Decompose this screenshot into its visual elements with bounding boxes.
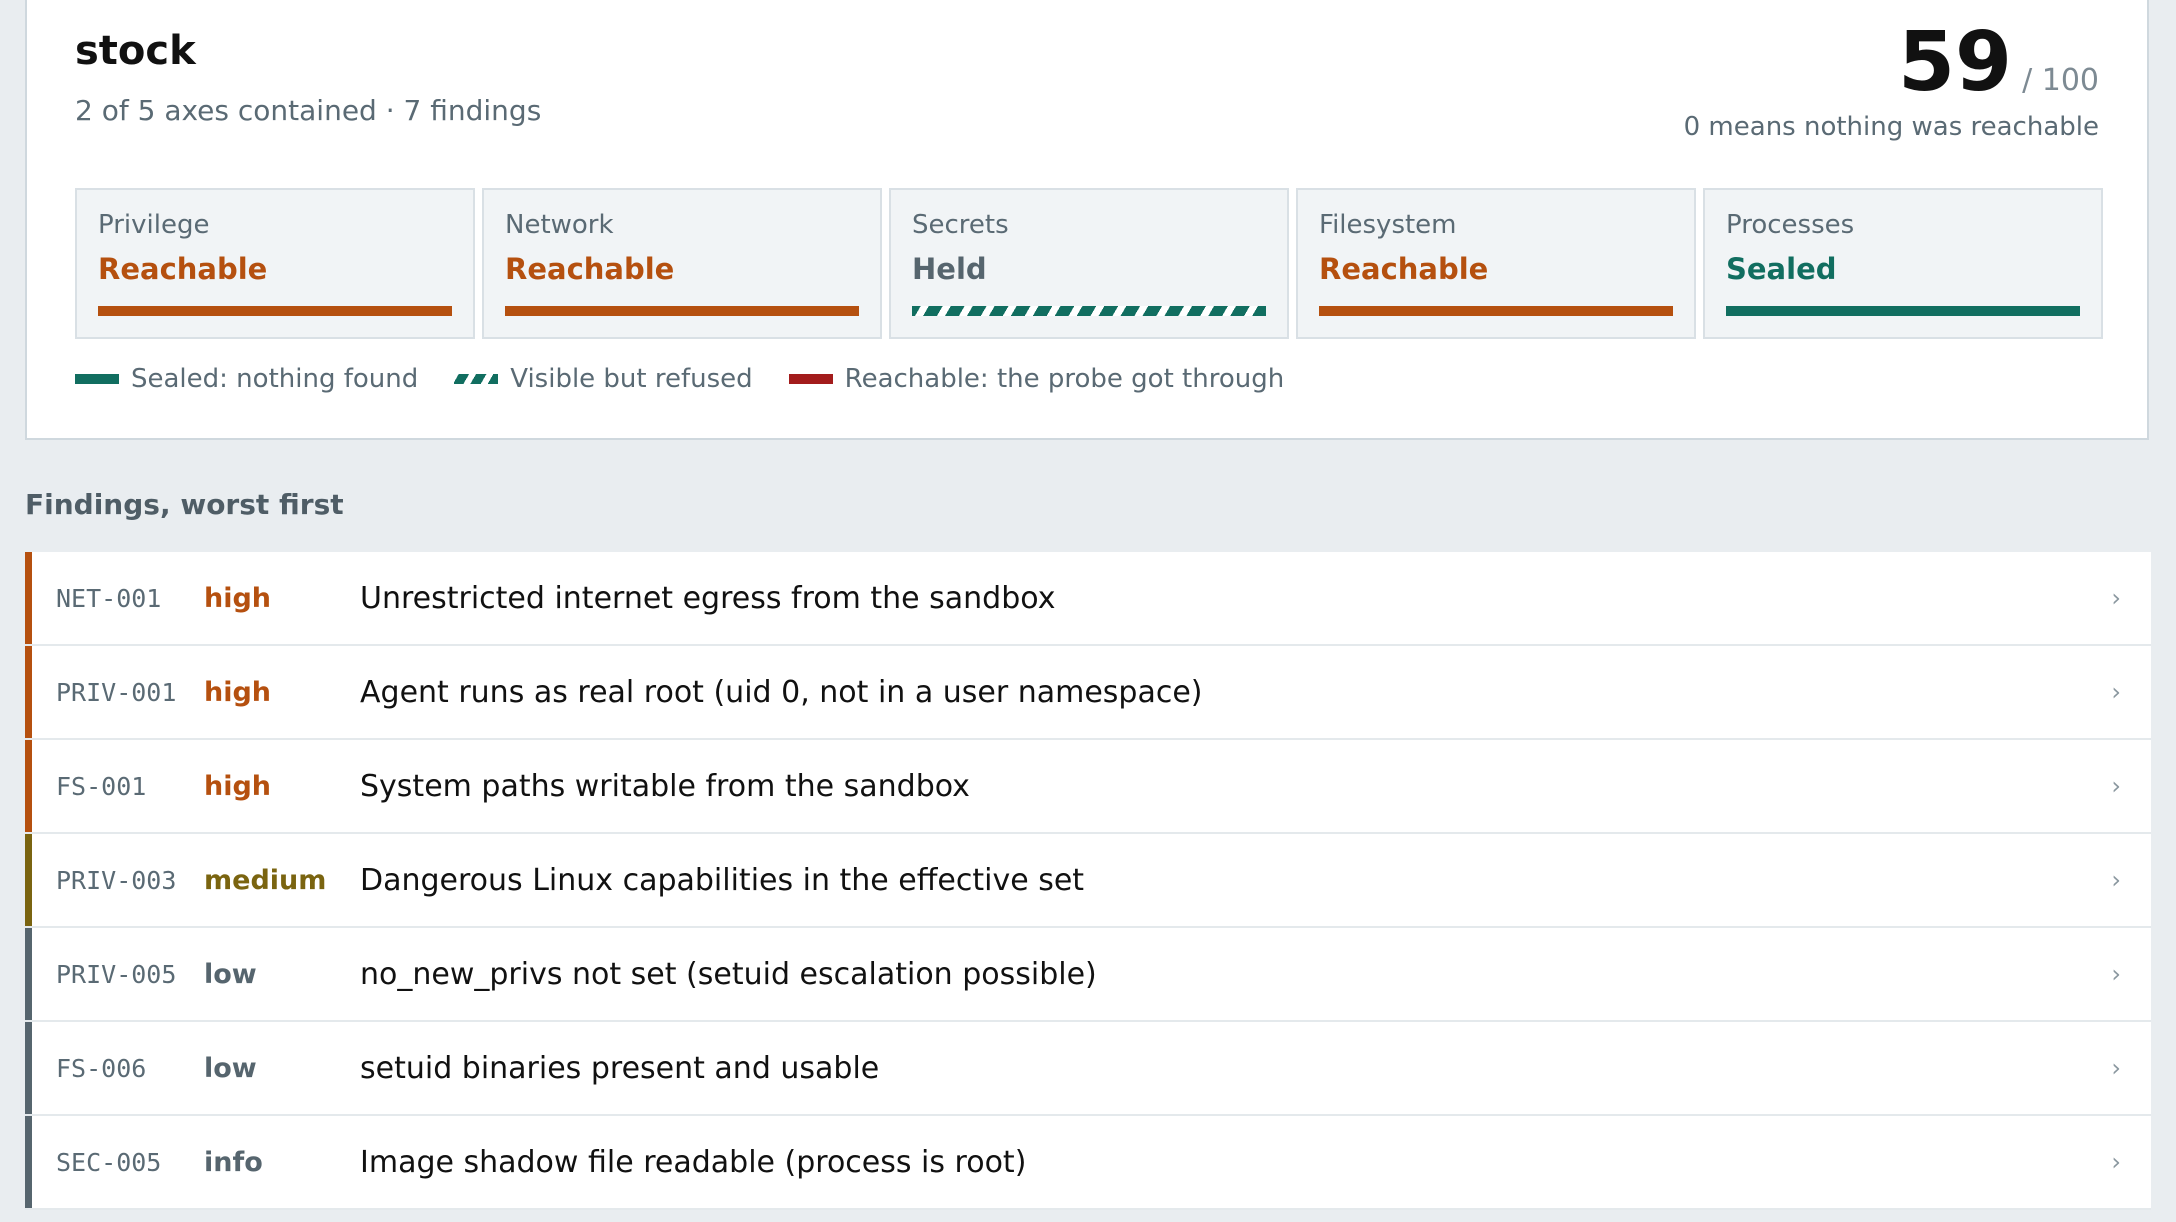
score-max: / 100	[2022, 63, 2099, 98]
severity-stripe	[25, 1116, 32, 1208]
finding-title: setuid binaries present and usable	[360, 1050, 880, 1086]
finding-id: NET-001	[56, 583, 162, 613]
axis-state: Sealed	[1726, 252, 1837, 286]
chevron-right-icon[interactable]: ›	[2111, 866, 2121, 894]
chevron-right-icon[interactable]: ›	[2111, 678, 2121, 706]
axis-state: Reachable	[505, 252, 675, 286]
legend-item-sealed: Sealed: nothing found	[75, 364, 418, 394]
finding-severity: high	[204, 770, 272, 802]
legend-item-refused: Visible but refused	[454, 364, 753, 394]
chevron-right-icon[interactable]: ›	[2111, 1148, 2121, 1176]
axes-row: Privilege Reachable Network Reachable Secret…	[75, 188, 2103, 339]
finding-id: PRIV-005	[56, 959, 177, 989]
severity-stripe	[25, 928, 32, 1020]
chevron-right-icon[interactable]: ›	[2111, 584, 2121, 612]
axis-name: Secrets	[912, 210, 1009, 240]
config-title: stock	[75, 28, 196, 74]
finding-row[interactable]: NET-001 high Unrestricted internet egress …	[25, 552, 2151, 646]
finding-row[interactable]: PRIV-001 high Agent runs as real root (uid…	[25, 646, 2151, 740]
axis-state: Reachable	[98, 252, 268, 286]
axis-state: Held	[912, 252, 987, 286]
legend-label: Reachable: the probe got through	[844, 364, 1285, 394]
finding-severity: info	[204, 1146, 263, 1178]
findings-list: NET-001 high Unrestricted internet egress …	[25, 552, 2151, 1210]
score: 59 / 100	[1898, 22, 2099, 104]
chevron-right-icon[interactable]: ›	[2111, 960, 2121, 988]
severity-stripe	[25, 1022, 32, 1114]
finding-row[interactable]: FS-001 high System paths writable from the…	[25, 740, 2151, 834]
finding-row[interactable]: PRIV-005 low no_new_privs not set (setuid …	[25, 928, 2151, 1022]
axis-status-bar	[912, 306, 1266, 316]
finding-severity: high	[204, 582, 272, 614]
axis-card-privilege: Privilege Reachable	[75, 188, 475, 339]
summary-card: stock 2 of 5 axes contained · 7 findings…	[25, 0, 2149, 440]
finding-id: FS-006	[56, 1053, 147, 1083]
containment-summary: 2 of 5 axes contained · 7 findings	[75, 94, 542, 127]
legend-swatch	[75, 374, 119, 384]
severity-stripe	[25, 552, 32, 644]
finding-id: PRIV-003	[56, 865, 177, 895]
axis-state: Reachable	[1319, 252, 1489, 286]
axis-name: Filesystem	[1319, 210, 1457, 240]
finding-id: FS-001	[56, 771, 147, 801]
score-value: 59	[1897, 15, 2013, 110]
legend-label: Visible but refused	[510, 364, 753, 394]
legend-swatch	[454, 374, 499, 384]
finding-row[interactable]: PRIV-003 medium Dangerous Linux capabiliti…	[25, 834, 2151, 928]
finding-severity: medium	[204, 864, 327, 896]
legend-label: Sealed: nothing found	[131, 364, 419, 394]
axis-status-bar	[1726, 306, 2080, 316]
finding-row[interactable]: SEC-005 info Image shadow file readable (p…	[25, 1116, 2151, 1210]
axis-name: Network	[505, 210, 614, 240]
finding-title: System paths writable from the sandbox	[360, 768, 970, 804]
finding-severity: low	[204, 958, 257, 990]
axis-name: Processes	[1726, 210, 1855, 240]
legend-item-reached: Reachable: the probe got through	[788, 364, 1285, 394]
severity-stripe	[25, 834, 32, 926]
chevron-right-icon[interactable]: ›	[2111, 772, 2121, 800]
finding-title: Dangerous Linux capabilities in the effe…	[360, 862, 1085, 898]
chevron-right-icon[interactable]: ›	[2111, 1054, 2121, 1082]
axis-card-secrets: Secrets Held	[889, 188, 1289, 339]
axis-status-bar	[1319, 306, 1673, 316]
axis-name: Privilege	[98, 210, 210, 240]
axis-card-network: Network Reachable	[482, 188, 882, 339]
findings-heading: Findings, worst first	[25, 488, 344, 521]
axis-card-processes: Processes Sealed	[1703, 188, 2103, 339]
severity-stripe	[25, 646, 32, 738]
finding-id: SEC-005	[56, 1147, 162, 1177]
axis-status-bar	[98, 306, 452, 316]
axis-status-bar	[505, 306, 859, 316]
axis-card-filesystem: Filesystem Reachable	[1296, 188, 1696, 339]
finding-title: Unrestricted internet egress from the sa…	[360, 580, 1056, 616]
severity-stripe	[25, 740, 32, 832]
finding-title: Agent runs as real root (uid 0, not in a…	[360, 674, 1203, 710]
legend: Sealed: nothing found Visible but refused…	[75, 364, 1284, 394]
finding-id: PRIV-001	[56, 677, 177, 707]
finding-title: no_new_privs not set (setuid escalation …	[360, 956, 1097, 992]
finding-severity: low	[204, 1052, 257, 1084]
finding-severity: high	[204, 676, 272, 708]
finding-row[interactable]: FS-006 low setuid binaries present and usa…	[25, 1022, 2151, 1116]
finding-title: Image shadow file readable (process is r…	[360, 1144, 1027, 1180]
legend-swatch	[788, 374, 833, 384]
score-note: 0 means nothing was reachable	[1683, 112, 2099, 142]
